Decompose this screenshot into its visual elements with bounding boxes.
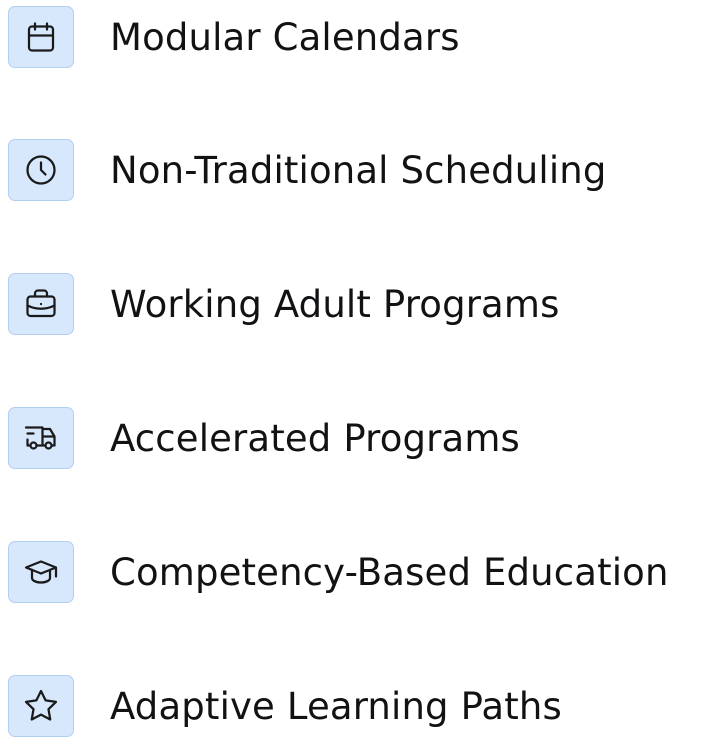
feature-item-working-adult-programs: Working Adult Programs bbox=[8, 269, 560, 339]
feature-item-adaptive-learning-paths: Adaptive Learning Paths bbox=[8, 671, 562, 741]
feature-label: Non-Traditional Scheduling bbox=[110, 148, 607, 192]
feature-item-accelerated-programs: Accelerated Programs bbox=[8, 403, 520, 473]
clock-icon bbox=[8, 139, 74, 201]
briefcase-icon bbox=[8, 273, 74, 335]
feature-label: Modular Calendars bbox=[110, 15, 460, 59]
feature-item-competency-based-education: Competency-Based Education bbox=[8, 537, 669, 607]
calendar-icon bbox=[8, 6, 74, 68]
feature-item-modular-calendars: Modular Calendars bbox=[8, 2, 460, 72]
feature-item-non-traditional-scheduling: Non-Traditional Scheduling bbox=[8, 135, 607, 205]
graduation-cap-icon bbox=[8, 541, 74, 603]
star-icon bbox=[8, 675, 74, 737]
fast-truck-icon bbox=[8, 407, 74, 469]
feature-label: Working Adult Programs bbox=[110, 282, 560, 326]
feature-label: Competency-Based Education bbox=[110, 550, 669, 594]
feature-label: Accelerated Programs bbox=[110, 416, 520, 460]
feature-label: Adaptive Learning Paths bbox=[110, 684, 562, 728]
